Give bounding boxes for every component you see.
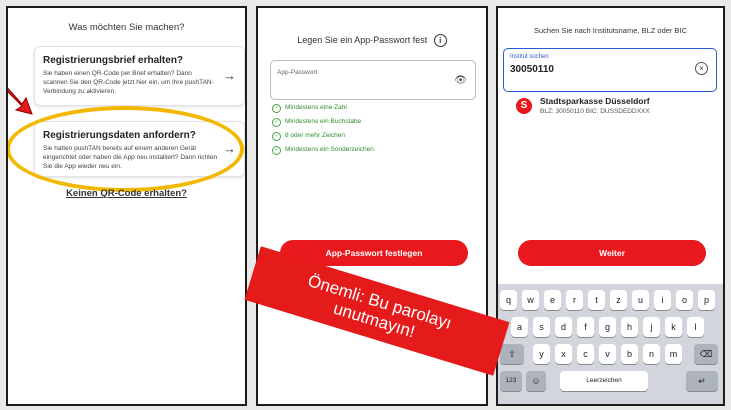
key[interactable]: c (577, 344, 594, 364)
card-title: Registrierungsbrief erhalten? (43, 55, 184, 66)
rule-item: ✓ Mindestens ein Buchstabe (272, 118, 374, 127)
on-screen-keyboard: q w e r t z u i o p a s d f g h j k l ⇧ … (498, 284, 723, 404)
key[interactable]: s (533, 317, 550, 337)
institution-name: Stadtsparkasse Düsseldorf (540, 96, 650, 106)
key[interactable]: y (533, 344, 550, 364)
password-rules-list: ✓ Mindestens eine Zahl ✓ Mindestens ein Bu… (272, 104, 374, 160)
keyboard-row-3: ⇧ y x c v b n m ⌫ (498, 344, 723, 366)
keyboard-row-4: 123 ☺ Leerzeichen ↵ (498, 371, 723, 393)
check-circle-icon: ✓ (272, 132, 281, 141)
key[interactable]: d (555, 317, 572, 337)
rule-text: Mindestens ein Sonderzeichen (285, 146, 374, 153)
key[interactable]: i (654, 290, 671, 310)
page-title: Legen Sie ein App-Passwort fest (297, 34, 428, 45)
numbers-key[interactable]: 123 (500, 371, 522, 391)
key[interactable]: x (555, 344, 572, 364)
highlight-ellipse (8, 106, 244, 192)
card-description: Sie haben einen QR-Code per Brief erhalt… (43, 70, 214, 95)
key[interactable]: u (632, 290, 649, 310)
next-button[interactable]: Weiter (518, 240, 706, 266)
institution-search-input[interactable]: Institut suchen 30050110 × (503, 48, 717, 92)
key[interactable]: t (588, 290, 605, 310)
rule-item: ✓ Mindestens eine Zahl (272, 104, 374, 113)
check-circle-icon: ✓ (272, 146, 281, 155)
shift-key[interactable]: ⇧ (500, 344, 524, 364)
search-result-item[interactable]: S Stadtsparkasse Düsseldorf BLZ: 3005011… (514, 94, 714, 124)
rule-item: ✓ 8 oder mehr Zeichen (272, 132, 374, 141)
input-label: App-Passwort (277, 69, 318, 76)
rule-text: Mindestens ein Buchstabe (285, 118, 362, 125)
key[interactable]: g (599, 317, 616, 337)
page-title-row: Legen Sie ein App-Passwort fest i (258, 34, 486, 47)
key[interactable]: l (687, 317, 704, 337)
sparkasse-logo-icon: S (516, 98, 532, 114)
eye-icon[interactable]: 👁 (454, 75, 467, 86)
clear-icon[interactable]: × (695, 62, 708, 75)
key[interactable]: h (621, 317, 638, 337)
no-qr-code-link[interactable]: Keinen QR-Code erhalten? (8, 188, 245, 199)
backspace-key[interactable]: ⌫ (694, 344, 718, 364)
red-pointer-arrow-icon (8, 87, 33, 115)
return-key[interactable]: ↵ (686, 371, 718, 391)
key[interactable]: q (500, 290, 517, 310)
keyboard-row-2: a s d f g h j k l (498, 317, 723, 339)
input-label: Institut suchen (510, 54, 549, 60)
emoji-icon[interactable]: ☺ (526, 371, 546, 391)
key[interactable]: j (643, 317, 660, 337)
key[interactable]: b (621, 344, 638, 364)
key[interactable]: e (544, 290, 561, 310)
rule-text: 8 oder mehr Zeichen (285, 132, 345, 139)
input-value: 30050110 (510, 64, 554, 75)
key[interactable]: z (610, 290, 627, 310)
key[interactable]: m (665, 344, 682, 364)
arrow-right-icon: → (223, 68, 236, 83)
page-title: Suchen Sie nach Institutsname, BLZ oder … (534, 26, 687, 35)
key[interactable]: v (599, 344, 616, 364)
key[interactable]: w (522, 290, 539, 310)
app-password-input[interactable]: App-Passwort 👁 (270, 60, 476, 100)
key[interactable]: r (566, 290, 583, 310)
key[interactable]: a (511, 317, 528, 337)
check-circle-icon: ✓ (272, 104, 281, 113)
rule-item: ✓ Mindestens ein Sonderzeichen (272, 146, 374, 155)
key[interactable]: n (643, 344, 660, 364)
rule-text: Mindestens eine Zahl (285, 104, 347, 111)
key[interactable]: f (577, 317, 594, 337)
key[interactable]: o (676, 290, 693, 310)
registration-letter-card[interactable]: Registrierungsbrief erhalten? Sie haben … (34, 46, 245, 106)
screen-registration-options: Was möchten Sie machen? Registrierungsbr… (6, 6, 247, 406)
page-title: Was möchten Sie machen? (68, 22, 185, 33)
screen-institution-search: Suchen Sie nach Institutsname, BLZ oder … (496, 6, 725, 406)
keyboard-row-1: q w e r t z u i o p (498, 290, 723, 312)
key[interactable]: k (665, 317, 682, 337)
check-circle-icon: ✓ (272, 118, 281, 127)
institution-meta: BLZ: 30050110 BIC: DUSSDEDDXXX (540, 108, 650, 115)
info-icon[interactable]: i (433, 34, 447, 47)
space-key[interactable]: Leerzeichen (560, 371, 648, 391)
key[interactable]: p (698, 290, 715, 310)
